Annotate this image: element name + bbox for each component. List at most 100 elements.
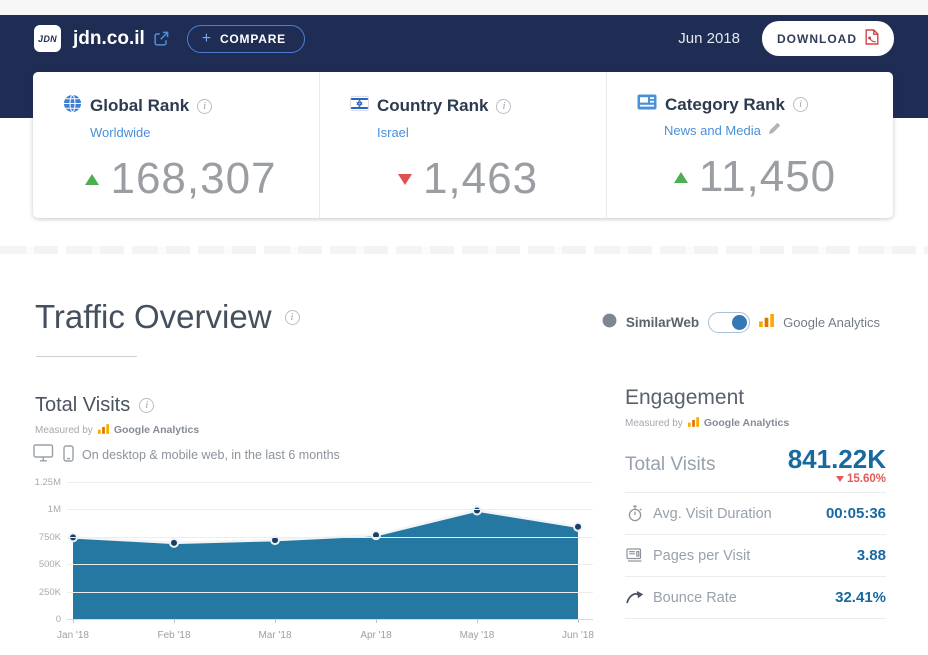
mobile-icon (63, 445, 74, 465)
y-axis-label: 1M (33, 504, 61, 515)
measured-by-prefix: Measured by (625, 418, 683, 429)
country-rank-value: 1,463 (423, 154, 538, 204)
total-visits-measured-by: Measured by Google Analytics (35, 421, 199, 439)
pages-per-visit-value: 3.88 (857, 547, 886, 564)
title-underline (36, 356, 137, 357)
engagement-title: Engagement (625, 386, 744, 410)
x-axis-tick (477, 619, 478, 623)
header-bar: JDN jdn.co.il + COMPARE Jun 2018 DOWNLOA… (0, 15, 928, 62)
data-point[interactable] (574, 523, 582, 531)
measured-by-brand: Google Analytics (114, 424, 199, 436)
engagement-row-avg-visit-duration: Avg. Visit Duration 00:05:36 (625, 493, 886, 535)
gridline (67, 537, 593, 538)
global-rank-scope-link[interactable]: Worldwide (90, 125, 150, 140)
stopwatch-icon (625, 505, 644, 522)
source-toggle-switch[interactable] (708, 312, 750, 333)
bounce-arrow-icon (625, 591, 644, 604)
globe-icon (63, 94, 82, 118)
country-rank-title: Country Rank (377, 96, 488, 116)
x-axis-label: Jun '18 (554, 630, 602, 641)
gridline (67, 592, 593, 593)
metric-label: Total Visits (625, 454, 715, 476)
trend-down-icon (836, 476, 844, 482)
y-axis-label: 1.25M (33, 477, 61, 488)
gridline (67, 509, 593, 510)
total-visits-value: 841.22K (788, 446, 886, 472)
x-axis-label: Apr '18 (352, 630, 400, 641)
google-analytics-logo-icon (98, 421, 109, 439)
metric-label: Bounce Rate (653, 590, 737, 606)
x-axis-tick (73, 619, 74, 623)
compare-button[interactable]: + COMPARE (187, 25, 305, 53)
category-rank-title: Category Rank (665, 95, 785, 115)
faded-watermark-strip (0, 246, 928, 254)
change-percent: 15.60% (847, 473, 886, 485)
total-visits-chart-svg[interactable] (67, 476, 593, 626)
download-button[interactable]: DOWNLOAD (762, 21, 894, 56)
toggle-knob (732, 315, 747, 330)
site-favicon: JDN (34, 25, 61, 52)
global-rank-card: Global Rank i Worldwide 168,307 (33, 72, 319, 218)
total-visits-chart[interactable]: 1.25M 1M 750K 500K 250K 0 Jan '18 Feb '18 Mar '1… (33, 476, 595, 652)
engagement-row-pages-per-visit: Pages per Visit 3.88 (625, 535, 886, 577)
x-axis-label: May '18 (453, 630, 501, 641)
global-rank-title: Global Rank (90, 96, 189, 116)
trend-up-icon (674, 172, 688, 183)
info-icon[interactable]: i (496, 99, 511, 114)
measured-by-brand: Google Analytics (704, 417, 789, 429)
metric-label: Avg. Visit Duration (653, 506, 772, 522)
y-axis-label: 250K (33, 587, 61, 598)
google-analytics-logo-icon (759, 314, 774, 332)
date-selector[interactable]: Jun 2018 (678, 30, 740, 47)
google-analytics-label: Google Analytics (783, 315, 880, 330)
bounce-rate-value: 32.41% (835, 589, 886, 606)
category-rank-value: 11,450 (699, 152, 836, 202)
total-visits-change: 15.60% (788, 473, 886, 485)
x-axis-label: Mar '18 (251, 630, 299, 641)
x-axis-tick (275, 619, 276, 623)
similarweb-label: SimilarWeb (626, 315, 699, 330)
y-axis-label: 0 (33, 614, 61, 625)
info-icon[interactable]: i (197, 99, 212, 114)
download-label: DOWNLOAD (777, 32, 857, 46)
info-icon[interactable]: i (285, 310, 300, 325)
metric-label: Pages per Visit (653, 548, 750, 564)
engagement-row-bounce-rate: Bounce Rate 32.41% (625, 577, 886, 619)
category-icon (637, 94, 657, 115)
country-rank-scope-link[interactable]: Israel (377, 125, 409, 140)
page-title: Traffic Overview (35, 298, 272, 336)
data-point[interactable] (170, 539, 178, 547)
global-rank-value: 168,307 (110, 154, 276, 204)
plus-icon: + (202, 34, 212, 44)
avg-visit-duration-value: 00:05:36 (826, 505, 886, 522)
total-visits-title: Total Visits (35, 394, 130, 417)
x-axis-tick (578, 619, 579, 623)
rank-summary-card: Global Rank i Worldwide 168,307 Country … (33, 72, 893, 218)
x-axis-label: Jan '18 (49, 630, 97, 641)
data-point[interactable] (473, 506, 481, 514)
pencil-icon[interactable] (768, 122, 781, 138)
device-note-row: On desktop & mobile web, in the last 6 m… (33, 444, 340, 465)
data-point[interactable] (372, 531, 380, 539)
top-strip (0, 0, 928, 15)
x-axis-label: Feb '18 (150, 630, 198, 641)
x-axis-tick (174, 619, 175, 623)
gridline (67, 564, 593, 565)
category-rank-card: Category Rank i News and Media 11,450 (606, 72, 893, 218)
x-axis-tick (376, 619, 377, 623)
site-title: jdn.co.il (73, 28, 145, 50)
trend-up-icon (85, 174, 99, 185)
category-rank-scope-link[interactable]: News and Media (664, 122, 781, 138)
data-source-toggle-row: SimilarWeb Google Analytics (602, 312, 880, 333)
external-link-icon[interactable] (154, 31, 169, 46)
y-axis-label: 750K (33, 532, 61, 543)
similarweb-logo-icon (602, 313, 617, 333)
info-icon[interactable]: i (793, 97, 808, 112)
gridline (67, 619, 593, 620)
engagement-row-total-visits: Total Visits 841.22K 15.60% (625, 438, 886, 493)
country-rank-card: Country Rank i Israel 1,463 (319, 72, 606, 218)
israel-flag-icon (350, 94, 369, 118)
compare-label: COMPARE (220, 32, 286, 46)
y-axis-label: 500K (33, 559, 61, 570)
info-icon[interactable]: i (139, 398, 154, 413)
